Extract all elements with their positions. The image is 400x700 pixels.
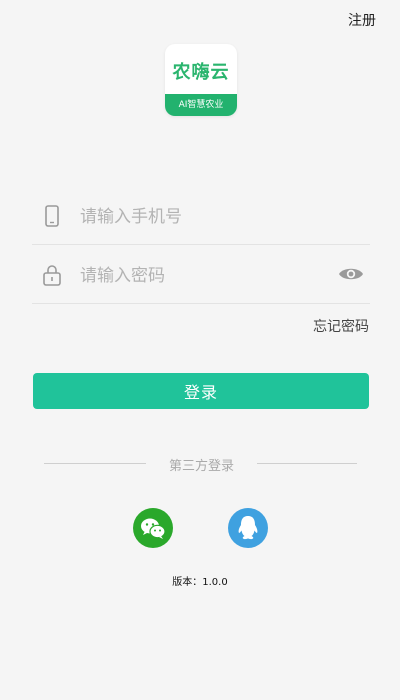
eye-icon[interactable] <box>338 264 364 284</box>
qq-icon <box>238 516 258 540</box>
login-screen: 注册 农嗨云 AI智慧农业 忘记密码 登录 第三方登录 <box>0 0 400 700</box>
phone-field-row <box>32 188 370 245</box>
phone-input[interactable] <box>78 202 322 232</box>
logo-title: 农嗨云 <box>172 62 230 83</box>
third-party-label: 第三方登录 <box>168 459 234 474</box>
logo-tagline: AI智慧农业 <box>165 94 237 116</box>
register-link[interactable]: 注册 <box>348 10 376 30</box>
version-text: 版本：1.0.0 <box>172 577 228 588</box>
phone-icon <box>45 205 59 227</box>
divider-right <box>257 463 357 464</box>
password-input[interactable] <box>78 261 322 291</box>
password-field-row <box>32 247 370 304</box>
lock-icon <box>43 265 61 286</box>
forgot-password-link[interactable]: 忘记密码 <box>313 316 369 336</box>
app-logo: 农嗨云 AI智慧农业 <box>165 44 237 116</box>
wechat-login-button[interactable] <box>133 508 173 548</box>
divider-left <box>44 463 146 464</box>
wechat-icon <box>141 518 166 539</box>
login-button[interactable]: 登录 <box>33 373 369 409</box>
qq-login-button[interactable] <box>228 508 268 548</box>
